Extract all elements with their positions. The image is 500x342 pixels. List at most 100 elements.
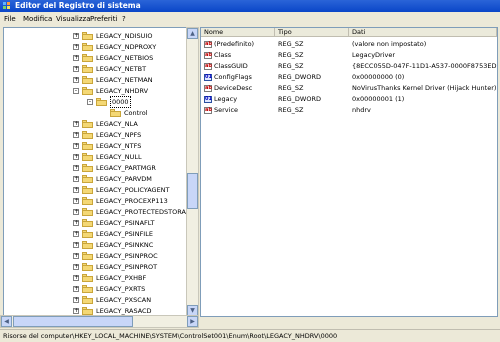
value-name: Legacy: [214, 95, 238, 103]
folder-icon: [82, 120, 93, 128]
folder-icon: [82, 54, 93, 62]
expand-icon[interactable]: +: [73, 55, 79, 61]
expand-icon[interactable]: +: [73, 176, 79, 182]
value-type: REG_SZ: [278, 51, 304, 59]
registry-editor-icon: [3, 2, 10, 9]
value-name: Service: [214, 106, 239, 114]
registry-key-tree[interactable]: + LEGACY_NDISUIO + LEGACY_NDPROXY + LEGACY_NE…: [3, 27, 188, 317]
value-data: LegacyDriver: [352, 51, 396, 59]
window-title: Editor del Registro di sistema: [15, 1, 141, 10]
expand-icon[interactable]: +: [73, 77, 79, 83]
string-value-icon: ab: [204, 107, 212, 114]
value-row[interactable]: ab ClassGUID REG_SZ {8ECC055D-047F-11D1-A53…: [201, 61, 497, 72]
folder-icon: [82, 65, 93, 73]
folder-icon: [82, 285, 93, 293]
folder-icon: [82, 296, 93, 304]
scroll-left-icon[interactable]: ◀: [1, 316, 12, 327]
expand-icon[interactable]: +: [73, 187, 79, 193]
collapse-icon[interactable]: -: [73, 88, 79, 94]
binary-value-icon: 01: [204, 74, 212, 81]
value-type: REG_SZ: [278, 40, 304, 48]
menu-modifica[interactable]: Modifica: [23, 14, 52, 24]
expand-icon[interactable]: +: [73, 121, 79, 127]
value-type: REG_SZ: [278, 62, 304, 70]
value-row[interactable]: ab DeviceDesc REG_SZ NoVirusThanks Kernel D…: [201, 83, 497, 94]
column-header-dati[interactable]: Dati: [349, 28, 497, 37]
folder-icon: [82, 197, 93, 205]
column-header-nome[interactable]: Nome: [201, 28, 275, 37]
value-name: ClassGUID: [214, 62, 248, 70]
folder-icon: [82, 252, 93, 260]
expand-icon[interactable]: +: [73, 209, 79, 215]
value-type: REG_SZ: [278, 106, 304, 114]
expand-icon[interactable]: +: [73, 264, 79, 270]
registry-editor-window: Editor del Registro di sistema File Modi…: [0, 0, 500, 342]
expand-icon[interactable]: +: [73, 132, 79, 138]
folder-icon: [82, 230, 93, 238]
folder-icon: [82, 142, 93, 150]
string-value-icon: ab: [204, 63, 212, 70]
folder-icon: [110, 109, 121, 117]
value-row[interactable]: 01 ConfigFlags REG_DWORD 0x00000000 (0): [201, 72, 497, 83]
tree-horizontal-scrollbar[interactable]: ◀ ▶: [0, 315, 199, 328]
expand-icon[interactable]: +: [73, 154, 79, 160]
value-data: (valore non impostato): [352, 40, 427, 48]
folder-icon: [82, 186, 93, 194]
expand-icon[interactable]: +: [73, 198, 79, 204]
expand-icon[interactable]: +: [73, 275, 79, 281]
value-data: 0x00000001 (1): [352, 95, 405, 103]
value-row[interactable]: 01 Legacy REG_DWORD 0x00000001 (1): [201, 94, 497, 105]
folder-icon: [82, 76, 93, 84]
expand-icon[interactable]: +: [73, 143, 79, 149]
folder-icon: [82, 131, 93, 139]
menu-visualizza[interactable]: Visualizza: [56, 14, 90, 24]
value-row[interactable]: ab (Predefinito) REG_SZ (valore non imposta…: [201, 39, 497, 50]
scroll-up-icon[interactable]: ▲: [187, 28, 198, 39]
expand-icon[interactable]: +: [73, 33, 79, 39]
tree-vertical-scrollbar[interactable]: ▲ ▼: [186, 27, 199, 317]
value-row[interactable]: ab Service REG_SZ nhdrv: [201, 105, 497, 116]
collapse-icon[interactable]: -: [87, 99, 93, 105]
menu-help[interactable]: ?: [122, 14, 126, 24]
expand-icon[interactable]: +: [73, 231, 79, 237]
value-type: REG_DWORD: [278, 73, 321, 81]
open-folder-icon: [96, 98, 107, 106]
value-data: NoVirusThanks Kernel Driver (Hijack Hunt…: [352, 84, 497, 92]
folder-icon: [82, 274, 93, 282]
value-type: REG_SZ: [278, 84, 304, 92]
expand-icon[interactable]: +: [73, 242, 79, 248]
menu-file[interactable]: File: [4, 14, 16, 24]
expand-icon[interactable]: +: [73, 165, 79, 171]
expand-icon[interactable]: +: [73, 253, 79, 259]
expand-icon[interactable]: +: [73, 44, 79, 50]
folder-icon: [82, 175, 93, 183]
expand-icon[interactable]: +: [73, 308, 79, 314]
registry-values-list[interactable]: Nome Tipo Dati ab (Predefinito) REG_SZ (val…: [200, 27, 498, 317]
menu-preferiti[interactable]: Preferiti: [90, 14, 117, 24]
expand-icon[interactable]: +: [73, 220, 79, 226]
value-type: REG_DWORD: [278, 95, 321, 103]
expand-icon[interactable]: +: [73, 66, 79, 72]
status-path: Risorse del computer\HKEY_LOCAL_MACHINE\…: [3, 332, 338, 340]
scroll-right-icon[interactable]: ▶: [187, 316, 198, 327]
folder-icon: [82, 43, 93, 51]
title-bar[interactable]: Editor del Registro di sistema: [0, 0, 500, 12]
expand-icon[interactable]: +: [73, 286, 79, 292]
scroll-thumb[interactable]: [187, 173, 198, 209]
value-name: Class: [214, 51, 232, 59]
folder-icon: [82, 153, 93, 161]
value-name: (Predefinito): [214, 40, 255, 48]
value-data: 0x00000000 (0): [352, 73, 405, 81]
open-folder-icon: [82, 87, 93, 95]
value-name: ConfigFlags: [214, 73, 252, 81]
folder-icon: [82, 164, 93, 172]
column-header-tipo[interactable]: Tipo: [275, 28, 349, 37]
binary-value-icon: 01: [204, 96, 212, 103]
folder-icon: [82, 241, 93, 249]
scroll-thumb-horizontal[interactable]: [13, 316, 133, 327]
value-name: DeviceDesc: [214, 84, 253, 92]
string-value-icon: ab: [204, 52, 212, 59]
value-row[interactable]: ab Class REG_SZ LegacyDriver: [201, 50, 497, 61]
value-data: nhdrv: [352, 106, 371, 114]
expand-icon[interactable]: +: [73, 297, 79, 303]
